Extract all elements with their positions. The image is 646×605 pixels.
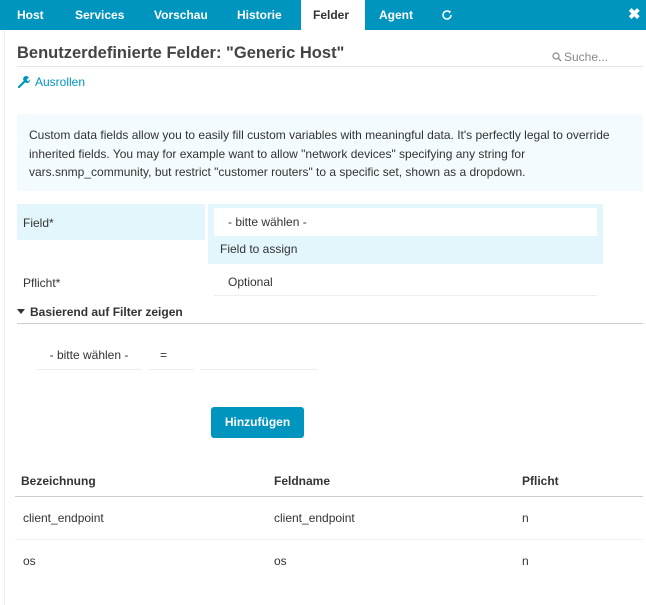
caret-down-icon (17, 309, 25, 314)
tab-vorschau[interactable]: Vorschau (141, 0, 223, 30)
filter-column-select[interactable]: - bitte wählen - (36, 346, 142, 370)
cell-bezeichnung: client_endpoint (23, 511, 104, 525)
filter-divider (17, 323, 643, 324)
cell-feldname: client_endpoint (274, 511, 355, 525)
tab-services[interactable]: Services (61, 0, 141, 30)
tab-agent[interactable]: Agent (365, 0, 429, 30)
cell-pflicht: n (522, 511, 529, 525)
search-input[interactable]: Suche... (552, 50, 608, 64)
field-help-text: Field to assign (220, 242, 298, 256)
pflicht-select[interactable]: Optional (214, 268, 597, 296)
wrench-icon (17, 76, 31, 89)
cell-feldname: os (274, 554, 287, 568)
filter-operator-select[interactable]: = (148, 346, 194, 370)
filter-value-input[interactable] (200, 346, 318, 370)
cell-pflicht: n (522, 554, 529, 568)
tab-historie[interactable]: Historie (223, 0, 301, 30)
page-title: Benutzerdefinierte Felder: "Generic Host… (17, 44, 345, 62)
filter-section-toggle[interactable]: Basierend auf Filter zeigen (17, 305, 183, 319)
column-header-bezeichnung[interactable]: Bezeichnung (21, 474, 96, 488)
hint-box: Custom data fields allow you to easily f… (17, 114, 643, 191)
ausrollen-label: Ausrollen (35, 75, 86, 89)
title-divider (17, 66, 643, 67)
search-icon (552, 52, 562, 62)
close-icon[interactable]: ✖ (628, 6, 641, 24)
table-header-divider (15, 496, 643, 497)
tab-host[interactable]: Host (0, 0, 48, 30)
cell-bezeichnung: os (23, 554, 36, 568)
field-label: Field* (23, 216, 54, 230)
column-header-feldname[interactable]: Feldname (274, 474, 330, 488)
search-placeholder: Suche... (564, 50, 609, 64)
tab-bar: Host Services Vorschau Historie Felder A… (0, 0, 646, 30)
add-button[interactable]: Hinzufügen (211, 407, 304, 438)
ausrollen-link[interactable]: Ausrollen (17, 75, 86, 89)
column-header-pflicht[interactable]: Pflicht (522, 474, 559, 488)
row-divider (15, 539, 643, 540)
pflicht-label: Pflicht* (23, 276, 61, 290)
filter-section-label: Basierend auf Filter zeigen (30, 305, 183, 319)
field-select[interactable]: - bitte wählen - (214, 208, 597, 236)
tab-felder[interactable]: Felder (301, 0, 365, 30)
refresh-icon[interactable] (440, 8, 454, 22)
left-border (4, 30, 5, 605)
